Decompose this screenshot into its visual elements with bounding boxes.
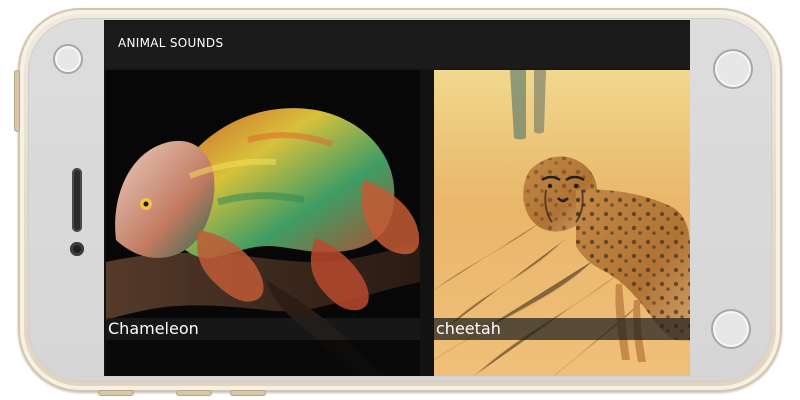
top-right-corner-circle bbox=[713, 49, 753, 89]
volume-button[interactable] bbox=[230, 390, 266, 396]
phone-screen: ANIMAL SOUNDS Chameleon cheetah bbox=[104, 20, 690, 376]
animal-grid: Chameleon cheetah bbox=[104, 70, 690, 376]
top-left-corner-circle bbox=[53, 44, 83, 74]
app-bar: ANIMAL SOUNDS bbox=[104, 20, 690, 68]
tile-label-bar: Chameleon bbox=[106, 318, 420, 340]
tile-label: cheetah bbox=[436, 319, 501, 338]
volume-button[interactable] bbox=[98, 390, 134, 396]
speaker-slot bbox=[72, 168, 82, 232]
app-title: ANIMAL SOUNDS bbox=[118, 36, 224, 50]
volume-button[interactable] bbox=[176, 390, 212, 396]
tile-bottom-strip bbox=[106, 340, 420, 376]
camera-icon bbox=[70, 242, 84, 256]
bottom-right-corner-circle bbox=[711, 309, 751, 349]
tile-label-bar: cheetah bbox=[434, 318, 690, 340]
tile-cheetah[interactable]: cheetah bbox=[434, 70, 690, 376]
tile-label: Chameleon bbox=[108, 319, 199, 338]
side-button[interactable] bbox=[14, 70, 20, 132]
tile-chameleon[interactable]: Chameleon bbox=[106, 70, 420, 376]
